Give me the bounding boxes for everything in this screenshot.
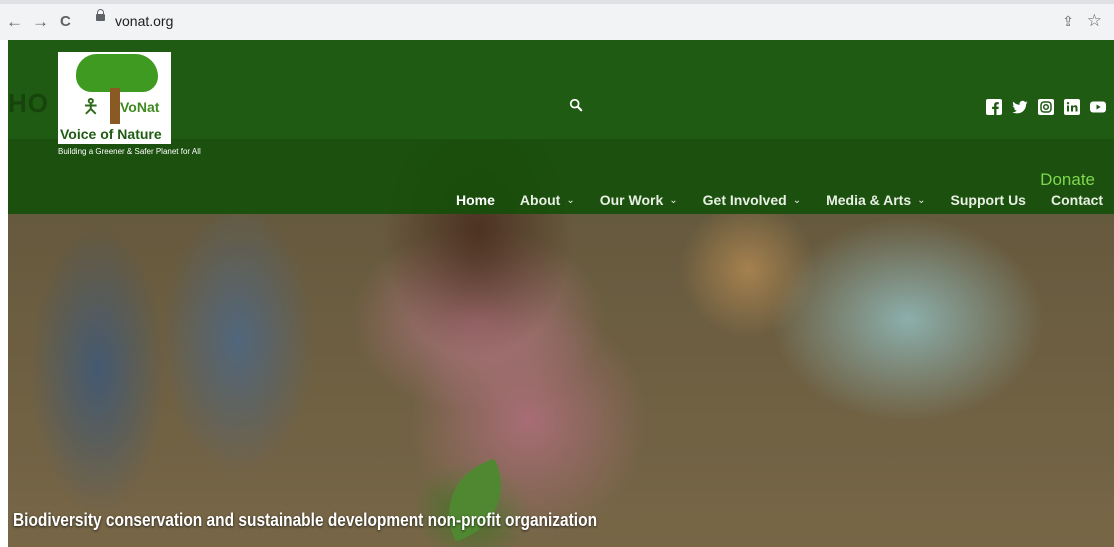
bookmark-star-icon[interactable]: ☆ [1087, 11, 1102, 31]
website-page: HO 🯅 VoNat Voice of Nature Building a Gr… [8, 40, 1114, 547]
ghost-page-title: HO [8, 88, 49, 118]
menu-item-about[interactable]: About ⌄ [520, 192, 575, 208]
menu-item-home[interactable]: Home [456, 192, 495, 208]
menu-item-media-arts[interactable]: Media & Arts ⌄ [826, 192, 925, 208]
menu-item-get-involved[interactable]: Get Involved ⌄ [703, 192, 801, 208]
logo-name-text: Voice of Nature [60, 126, 162, 142]
forward-arrow-icon[interactable]: → [32, 12, 49, 32]
youtube-icon[interactable] [1090, 99, 1106, 115]
reload-icon[interactable]: C [60, 12, 71, 32]
social-links [986, 99, 1106, 115]
site-header [8, 40, 1114, 139]
chevron-down-icon: ⌄ [669, 194, 678, 206]
site-tagline: Building a Greener & Safer Planet for Al… [58, 147, 201, 156]
browser-toolbar: ← → C vonat.org ⇪ ☆ [0, 0, 1114, 40]
hero-caption: Biodiversity conservation and sustainabl… [13, 510, 598, 530]
menu-item-our-work[interactable]: Our Work ⌄ [600, 192, 678, 208]
site-logo[interactable]: 🯅 VoNat Voice of Nature [58, 52, 171, 144]
twitter-icon[interactable] [1012, 99, 1028, 115]
person-planting-icon: 🯅 [82, 96, 100, 118]
address-bar[interactable]: vonat.org [115, 13, 173, 29]
chevron-down-icon: ⌄ [792, 194, 802, 206]
logo-mark-text: VoNat [120, 99, 160, 115]
donate-link[interactable]: Donate [1040, 170, 1095, 190]
linkedin-icon[interactable] [1064, 99, 1080, 115]
menu-item-contact[interactable]: Contact [1051, 192, 1103, 208]
menu-item-support-us[interactable]: Support Us [951, 192, 1026, 208]
back-arrow-icon[interactable]: ← [6, 12, 23, 32]
tree-icon [76, 54, 158, 92]
main-menu: Home About ⌄ Our Work ⌄ Get Involved ⌄ M… [456, 189, 1103, 211]
search-icon[interactable] [569, 98, 583, 112]
share-icon[interactable]: ⇪ [1062, 13, 1074, 30]
chevron-down-icon: ⌄ [917, 194, 926, 206]
chevron-down-icon: ⌄ [566, 194, 575, 206]
instagram-icon[interactable] [1038, 99, 1054, 115]
facebook-icon[interactable] [986, 99, 1002, 115]
lock-icon[interactable] [96, 9, 105, 21]
